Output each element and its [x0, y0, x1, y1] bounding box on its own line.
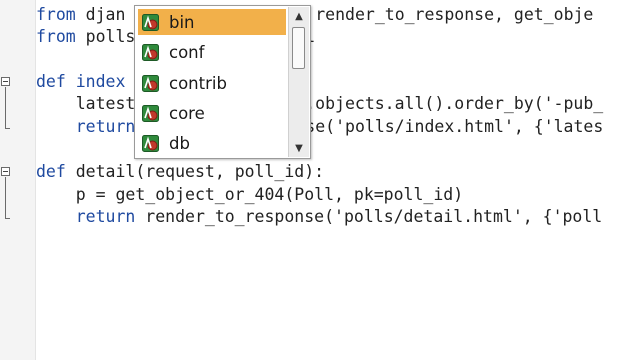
function-name: index — [65, 72, 126, 91]
autocomplete-popup[interactable]: bin conf contrib core db ▲ ▼ — [134, 5, 311, 159]
editor-gutter — [0, 0, 36, 360]
code-line-10: return render_to_response('polls/detail.… — [36, 206, 603, 228]
keyword: from — [36, 5, 76, 24]
fold-guide — [5, 177, 6, 218]
module-icon — [142, 104, 159, 122]
autocomplete-scrollbar[interactable]: ▲ ▼ — [288, 7, 309, 157]
module-icon — [142, 43, 159, 61]
code-editor[interactable]: from djan rt render_to_response, get_obje… — [36, 0, 640, 360]
scroll-down-arrow-icon[interactable]: ▼ — [289, 139, 309, 157]
code-text: nse('polls/index.html', {'lates — [295, 117, 604, 136]
scrollbar-thumb[interactable] — [292, 27, 305, 69]
autocomplete-item-label: db — [169, 133, 190, 153]
autocomplete-item-contrib[interactable]: contrib — [138, 70, 286, 96]
code-line-8: def detail(request, poll_id): — [36, 161, 324, 183]
code-text: djan — [75, 5, 126, 24]
code-line-5: latest ll.objects.all().order_by('-pub_ — [36, 93, 604, 115]
code-text: detail(request, poll_id): — [65, 162, 325, 181]
code-text: ll.objects.all().order_by('-pub_ — [285, 94, 604, 113]
module-icon — [142, 13, 159, 31]
code-text: latest — [36, 94, 136, 113]
fold-toggle-detail[interactable] — [1, 167, 10, 176]
code-text: rt render_to_response, get_obje — [285, 5, 594, 24]
autocomplete-item-label: contrib — [169, 73, 227, 93]
autocomplete-item-core[interactable]: core — [138, 100, 286, 126]
fold-guide — [5, 87, 6, 128]
keyword: from — [36, 27, 76, 46]
autocomplete-item-label: bin — [169, 12, 195, 32]
keyword: return — [36, 117, 136, 136]
autocomplete-item-bin[interactable]: bin — [138, 9, 286, 35]
keyword: def — [36, 162, 66, 181]
code-line-9: p = get_object_or_404(Poll, pk=poll_id) — [36, 184, 463, 206]
code-line-4: def index — [36, 71, 125, 93]
keyword: def — [36, 72, 66, 91]
fold-toggle-index[interactable] — [1, 77, 10, 86]
scroll-up-arrow-icon[interactable]: ▲ — [289, 7, 309, 25]
autocomplete-item-conf[interactable]: conf — [138, 39, 286, 65]
autocomplete-item-db[interactable]: db — [138, 130, 286, 156]
keyword: return — [36, 207, 136, 226]
code-line-1: from djan rt render_to_response, get_obje — [36, 4, 593, 26]
autocomplete-item-label: core — [169, 103, 205, 123]
fold-guide-end — [5, 218, 10, 219]
module-icon — [142, 74, 159, 92]
fold-guide-end — [5, 128, 10, 129]
code-text: p = get_object_or_404(Poll, pk=poll_id) — [36, 185, 464, 204]
code-text: render_to_response('polls/detail.html', … — [135, 207, 603, 226]
code-line-6: return nse('polls/index.html', {'lates — [36, 116, 604, 138]
code-text: polls — [75, 27, 136, 46]
module-icon — [142, 134, 159, 152]
autocomplete-item-label: conf — [169, 42, 205, 62]
